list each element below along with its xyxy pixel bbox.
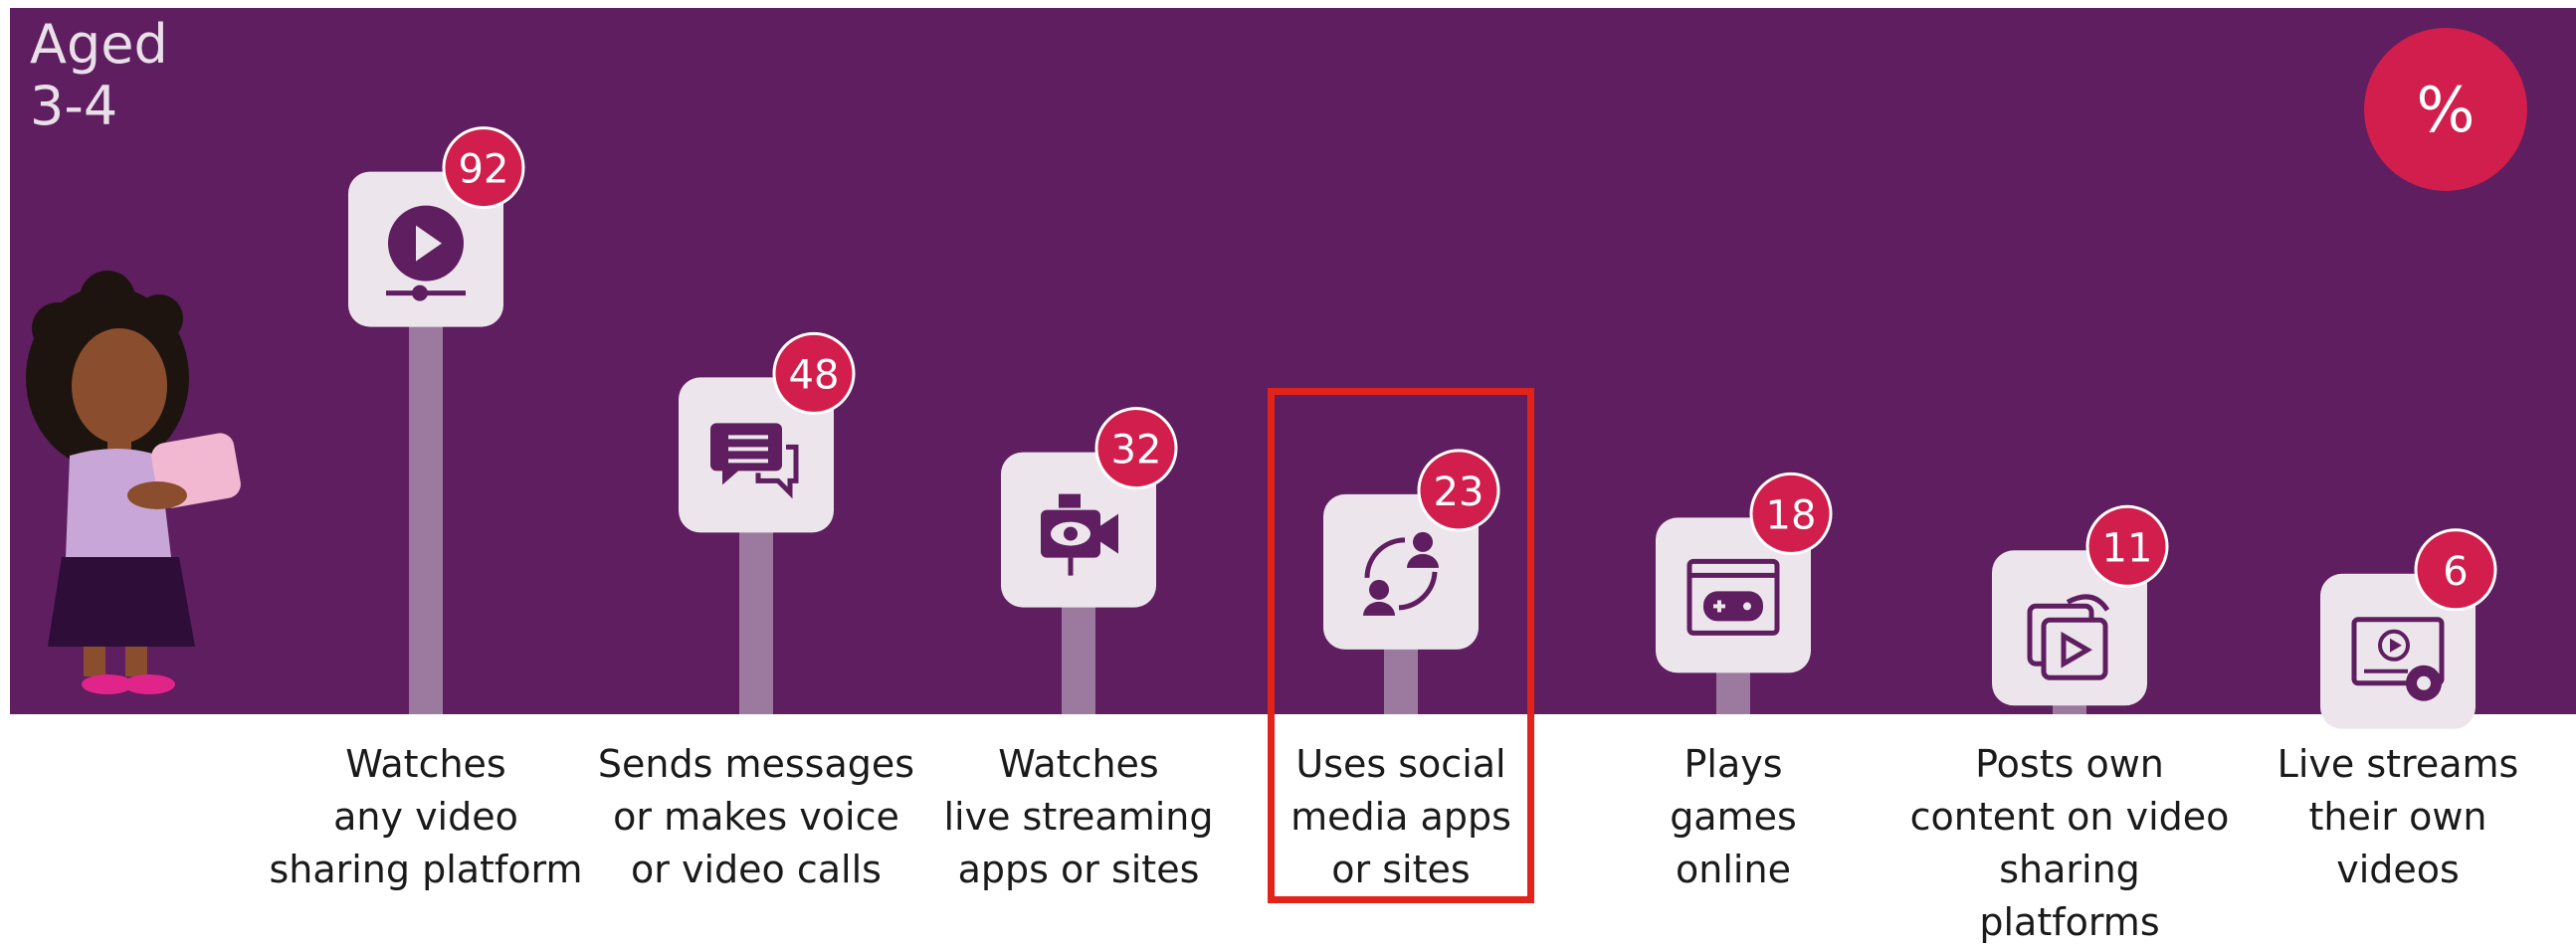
bar-watches-any-video-sharing-platform: 92 xyxy=(348,126,525,714)
percent-unit-badge: % xyxy=(2364,28,2527,191)
category-label-line: Posts own xyxy=(1975,742,2164,786)
category-label-line: content on video xyxy=(1909,795,2230,839)
category-label-line: Watches xyxy=(345,742,506,786)
category-label-line: or video calls xyxy=(631,848,882,891)
category-label-line: online xyxy=(1676,848,1791,891)
value-label-plays-games-online: 18 xyxy=(1766,492,1817,538)
category-label-line: sharing platform xyxy=(269,848,583,891)
age-label-line-2: 3-4 xyxy=(30,75,118,137)
value-label-watches-any-video-sharing-platform: 92 xyxy=(459,147,509,193)
bar-posts-own-content-on-video-sharing-platforms: 11 xyxy=(1992,504,2169,714)
category-label-line: sharing platforms xyxy=(1979,848,2160,944)
age-group-label: Aged 3-4 xyxy=(30,14,168,137)
age-label-line-1: Aged xyxy=(30,13,168,76)
category-label-line: Plays xyxy=(1684,742,1783,786)
value-label-live-streams-their-own-videos: 6 xyxy=(2443,549,2468,595)
category-label-watches-any-video-sharing-platform: Watches any video sharing platform xyxy=(262,738,590,896)
category-label-line: live streaming xyxy=(943,795,1214,839)
category-label-line: games xyxy=(1670,795,1797,839)
girl-illustration xyxy=(26,271,241,694)
category-label-posts-own-content-on-video-sharing-platforms: Posts own content on video sharing platfor… xyxy=(1905,738,2234,949)
category-label-watches-live-streaming-apps-or-sites: Watches live streaming apps or sites xyxy=(914,738,1243,896)
category-label-sends-messages-or-makes-voice-or-video-calls: Sends messages or makes voice or video cal… xyxy=(592,738,920,896)
category-label-line: Sends messages xyxy=(597,742,915,786)
bar-watches-live-streaming-apps-or-sites: 32 xyxy=(1001,407,1178,714)
value-label-watches-live-streaming-apps-or-sites: 32 xyxy=(1111,428,1162,474)
bar-sends-messages-or-makes-voice-or-video-calls: 48 xyxy=(679,331,856,714)
category-label-line: apps or sites xyxy=(957,848,1200,891)
value-label-posts-own-content-on-video-sharing-platforms: 11 xyxy=(2102,525,2153,571)
category-label-line: their own xyxy=(2308,795,2487,839)
value-label-sends-messages-or-makes-voice-or-video-calls: 48 xyxy=(789,352,840,398)
category-label-line: or makes voice xyxy=(613,795,899,839)
bar-live-streams-their-own-videos: 6 xyxy=(2320,528,2497,729)
category-label-line: any video xyxy=(333,795,518,839)
category-label-plays-games-online: Plays games online xyxy=(1569,738,1897,896)
category-label-line: Live streams xyxy=(2277,742,2519,786)
category-label-line: Watches xyxy=(998,742,1159,786)
category-label-line: videos xyxy=(2336,848,2460,891)
highlight-box xyxy=(1268,388,1534,903)
bar-plays-games-online: 18 xyxy=(1656,472,1833,714)
category-label-live-streams-their-own-videos: Live streams their own videos xyxy=(2234,738,2562,896)
